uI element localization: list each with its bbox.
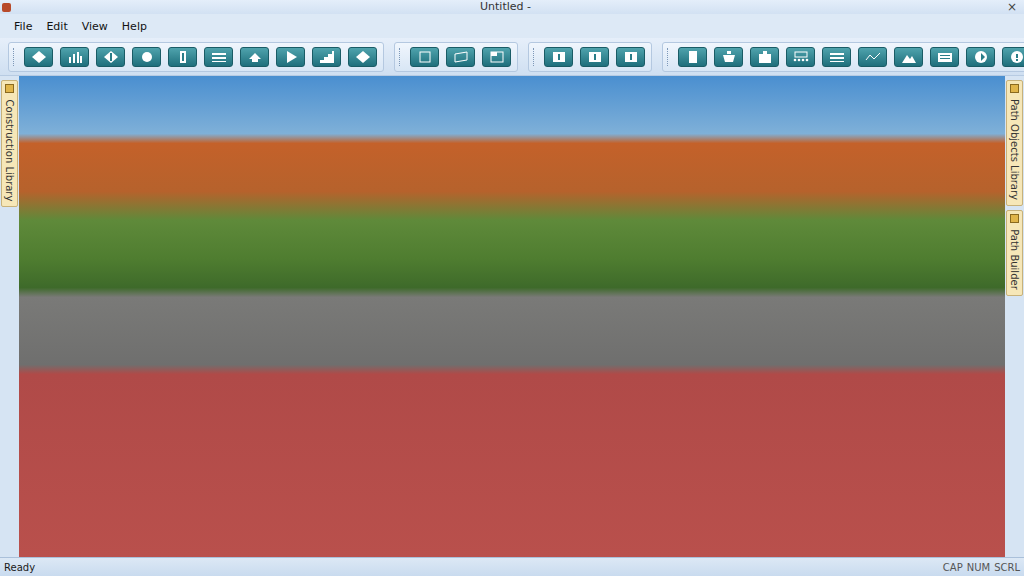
key-indicator: CAP bbox=[943, 562, 963, 573]
toolbar-button[interactable] bbox=[482, 47, 511, 67]
cup-icon bbox=[721, 50, 737, 64]
menu-item[interactable]: Edit bbox=[40, 17, 73, 36]
toolbar-button[interactable] bbox=[132, 47, 161, 67]
side-tab-label-box: Path Builder bbox=[1008, 227, 1021, 292]
frame-icon bbox=[489, 50, 505, 64]
toolbar-grip[interactable] bbox=[533, 48, 537, 66]
app-icon[interactable] bbox=[2, 3, 11, 12]
side-tab[interactable]: Construction Library bbox=[1, 80, 18, 207]
num-icon bbox=[551, 50, 567, 64]
toolbar-button[interactable] bbox=[410, 47, 439, 67]
toolbar-button[interactable] bbox=[930, 47, 959, 67]
key-indicators: CAP NUM SCRL bbox=[943, 562, 1020, 573]
mount-icon bbox=[901, 50, 917, 64]
toolbar-button[interactable] bbox=[96, 47, 125, 67]
circle-icon bbox=[139, 50, 155, 64]
grid-icon bbox=[103, 50, 119, 64]
toolbar-button[interactable] bbox=[24, 47, 53, 67]
side-tab-label-box: Path Objects Library bbox=[1008, 97, 1021, 202]
toolbar-grip[interactable] bbox=[13, 48, 17, 66]
side-tab-label: Path Objects Library bbox=[1009, 99, 1020, 200]
status-text: Ready bbox=[4, 562, 35, 573]
workspace: Construction Library Path Objects Library… bbox=[0, 76, 1024, 557]
toolbar-button[interactable] bbox=[60, 47, 89, 67]
side-tab[interactable]: Path Builder bbox=[1006, 210, 1023, 296]
dots-icon bbox=[793, 50, 809, 64]
square-icon bbox=[417, 50, 433, 64]
menu-item[interactable]: File bbox=[8, 17, 38, 36]
menu-bar: FileEditViewHelp bbox=[0, 14, 1024, 38]
toolbar-button[interactable] bbox=[786, 47, 815, 67]
key-indicator: NUM bbox=[967, 562, 990, 573]
status-bar: Ready CAP NUM SCRL bbox=[0, 557, 1024, 576]
toolbar-button[interactable] bbox=[750, 47, 779, 67]
pin-icon[interactable] bbox=[5, 84, 14, 93]
toolbar-button[interactable] bbox=[544, 47, 573, 67]
window-title: Untitled - bbox=[11, 0, 1000, 14]
menu-item[interactable]: Help bbox=[116, 17, 153, 36]
stairs-icon bbox=[319, 50, 335, 64]
diamond-icon bbox=[355, 50, 371, 64]
toolbar-button[interactable] bbox=[858, 47, 887, 67]
toolbar-button[interactable] bbox=[204, 47, 233, 67]
toolbar-button[interactable] bbox=[446, 47, 475, 67]
toolbar-button[interactable] bbox=[678, 47, 707, 67]
pin-icon[interactable] bbox=[1010, 84, 1019, 93]
toolbar-button[interactable] bbox=[348, 47, 377, 67]
right-panel-strip: Path Objects Library Path Builder bbox=[1005, 76, 1024, 557]
box-icon bbox=[757, 50, 773, 64]
toolbar-button[interactable] bbox=[168, 47, 197, 67]
toolbar-group bbox=[394, 42, 518, 72]
arrow-icon bbox=[247, 50, 263, 64]
title-bar: Untitled -× bbox=[0, 0, 1024, 14]
toolbar-button[interactable] bbox=[276, 47, 305, 67]
num-icon bbox=[623, 50, 639, 64]
keys-icon bbox=[937, 50, 953, 64]
pin-icon[interactable] bbox=[1010, 214, 1019, 223]
toolbar-button[interactable] bbox=[966, 47, 995, 67]
tower-icon bbox=[175, 50, 191, 64]
toolbar-button[interactable] bbox=[240, 47, 269, 67]
side-tab-label: Path Builder bbox=[1009, 229, 1020, 290]
toolbar-button[interactable] bbox=[714, 47, 743, 67]
close-button[interactable]: × bbox=[1000, 0, 1024, 14]
toolbar-button[interactable] bbox=[580, 47, 609, 67]
side-tab-label-box: Construction Library bbox=[3, 97, 16, 203]
lines-icon bbox=[829, 50, 845, 64]
toolbar-group bbox=[662, 42, 1024, 72]
wave-icon bbox=[865, 50, 881, 64]
num-icon bbox=[587, 50, 603, 64]
toolbar bbox=[0, 38, 1024, 76]
side-tab-label: Construction Library bbox=[4, 99, 15, 201]
diamond-icon bbox=[31, 50, 47, 64]
q-icon bbox=[1009, 50, 1024, 64]
bars-icon bbox=[67, 50, 83, 64]
doc-icon bbox=[685, 50, 701, 64]
play-icon bbox=[283, 50, 299, 64]
toolbar-grip[interactable] bbox=[667, 48, 671, 66]
toolbar-grip[interactable] bbox=[399, 48, 403, 66]
toolbar-button[interactable] bbox=[822, 47, 851, 67]
lines-icon bbox=[211, 50, 227, 64]
toolbar-button[interactable] bbox=[616, 47, 645, 67]
3d-viewport[interactable] bbox=[19, 76, 1005, 557]
toolbar-button[interactable] bbox=[1002, 47, 1024, 67]
side-tab[interactable]: Path Objects Library bbox=[1006, 80, 1023, 206]
toolbar-button[interactable] bbox=[894, 47, 923, 67]
rect-icon bbox=[453, 50, 469, 64]
key-indicator: SCRL bbox=[994, 562, 1020, 573]
toolbar-button[interactable] bbox=[312, 47, 341, 67]
toolbar-group bbox=[528, 42, 652, 72]
toolbar-group bbox=[8, 42, 384, 72]
left-panel-strip: Construction Library bbox=[0, 76, 19, 557]
menu-item[interactable]: View bbox=[76, 17, 114, 36]
disk-icon bbox=[973, 50, 989, 64]
